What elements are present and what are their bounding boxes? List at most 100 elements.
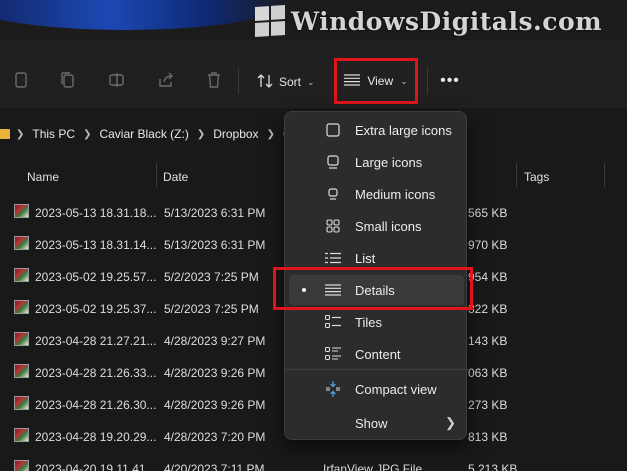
- file-size: 063 KB: [468, 366, 508, 380]
- file-name: 2023-05-02 19.25.57...: [35, 270, 157, 284]
- column-divider[interactable]: [156, 163, 157, 187]
- menu-item-large-icons[interactable]: Large icons: [285, 147, 468, 177]
- file-date: 5/2/2023 7:25 PM: [164, 302, 259, 316]
- image-file-icon: [14, 364, 29, 378]
- image-file-icon: [14, 236, 29, 250]
- breadcrumb-item[interactable]: This PC: [32, 127, 75, 141]
- copy-icon[interactable]: [59, 71, 77, 89]
- breadcrumb-item[interactable]: Caviar Black (Z:): [99, 127, 188, 141]
- column-header-tags[interactable]: Tags: [524, 170, 549, 184]
- more-options-button[interactable]: •••: [438, 68, 462, 94]
- list-icon: [325, 250, 341, 266]
- chevron-right-icon: ❯: [16, 128, 25, 140]
- menu-divider: [285, 369, 468, 370]
- file-size: 273 KB: [468, 398, 508, 412]
- file-name: 2023-04-28 19.20.29...: [35, 430, 157, 444]
- file-name: 2023-05-13 18.31.14...: [35, 238, 157, 252]
- file-type: IrfanView JPG File: [323, 462, 423, 471]
- file-date: 5/13/2023 6:31 PM: [164, 238, 266, 252]
- command-bar: Sort ⌄ View ⌄ •••: [0, 40, 627, 108]
- view-label: View: [367, 74, 394, 88]
- image-file-icon: [14, 300, 29, 314]
- compact-view-icon: [325, 381, 341, 397]
- view-icon: [344, 73, 361, 89]
- column-header-name[interactable]: Name: [27, 170, 59, 184]
- chevron-right-icon: ❯: [196, 128, 206, 140]
- toolbar-divider: [427, 68, 428, 94]
- title-bar: WindowsDigitals.com: [0, 0, 627, 40]
- share-icon[interactable]: [157, 71, 175, 89]
- column-divider[interactable]: [516, 163, 517, 187]
- menu-item-tiles[interactable]: Tiles: [285, 307, 468, 337]
- file-name: 2023-04-28 21.27.21...: [35, 334, 157, 348]
- menu-item-label: Large icons: [355, 155, 423, 170]
- file-date: 4/28/2023 9:26 PM: [164, 398, 266, 412]
- view-button[interactable]: View ⌄: [334, 58, 418, 104]
- image-file-icon: [14, 460, 29, 471]
- image-file-icon: [14, 396, 29, 410]
- file-name: 2023-05-13 18.31.18...: [35, 206, 157, 220]
- image-file-icon: [14, 204, 29, 218]
- file-size: 143 KB: [468, 334, 508, 348]
- chevron-down-icon: ⌄: [400, 75, 408, 86]
- file-size: 322 KB: [468, 302, 508, 316]
- file-name: 2023-04-28 21.26.30...: [35, 398, 157, 412]
- breadcrumb-item[interactable]: Dropbox: [213, 127, 258, 141]
- menu-item-label: Tiles: [355, 315, 382, 330]
- file-size: 970 KB: [468, 238, 508, 252]
- table-row[interactable]: 2023-04-20 19.11.41... 4/20/2023 7:11 PM…: [0, 452, 627, 471]
- menu-item-content[interactable]: Content: [285, 339, 468, 369]
- file-date: 5/13/2023 6:31 PM: [164, 206, 266, 220]
- file-size: 813 KB: [468, 430, 508, 444]
- file-date: 4/28/2023 7:20 PM: [164, 430, 266, 444]
- watermark: WindowsDigitals.com: [255, 3, 602, 39]
- image-file-icon: [14, 332, 29, 346]
- file-size: 954 KB: [468, 270, 508, 284]
- menu-item-label: Medium icons: [355, 187, 436, 202]
- file-size: 565 KB: [468, 206, 508, 220]
- folder-icon: [0, 129, 10, 139]
- image-file-icon: [14, 428, 29, 442]
- file-date: 4/20/2023 7:11 PM: [164, 462, 265, 471]
- file-name: 2023-05-02 19.25.37...: [35, 302, 157, 316]
- file-date: 4/28/2023 9:27 PM: [164, 334, 266, 348]
- menu-item-label: Content: [355, 347, 401, 362]
- file-name: 2023-04-20 19.11.41...: [35, 462, 156, 471]
- medium-icons-icon: [325, 186, 341, 202]
- file-name: 2023-04-28 21.26.33...: [35, 366, 157, 380]
- highlight-annotation: [273, 267, 473, 310]
- chevron-down-icon: ⌄: [307, 76, 315, 87]
- menu-item-show[interactable]: Show ❯: [285, 408, 468, 438]
- chevron-right-icon: ❯: [266, 128, 275, 140]
- menu-item-label: Small icons: [355, 219, 422, 234]
- file-date: 4/28/2023 9:26 PM: [164, 366, 266, 380]
- sort-label: Sort: [279, 75, 302, 89]
- file-date: 5/2/2023 7:25 PM: [164, 270, 259, 284]
- sort-icon: [257, 73, 273, 91]
- menu-item-label: List: [355, 251, 376, 266]
- tiles-icon: [325, 314, 341, 330]
- sort-button[interactable]: Sort ⌄: [249, 66, 323, 98]
- menu-item-label: Extra large icons: [355, 123, 452, 138]
- cut-icon[interactable]: [12, 71, 30, 89]
- menu-item-small-icons[interactable]: Small icons: [285, 211, 468, 241]
- chevron-right-icon: ❯: [445, 415, 456, 430]
- menu-item-label: Compact view: [355, 382, 437, 397]
- column-divider[interactable]: [604, 163, 605, 187]
- file-size: 5,213 KB: [468, 462, 518, 471]
- chevron-right-icon: ❯: [83, 128, 92, 140]
- rename-icon[interactable]: [108, 71, 126, 89]
- menu-item-compact-view[interactable]: Compact view: [285, 374, 468, 404]
- extra-large-icons-icon: [325, 122, 341, 138]
- windows-logo-icon: [255, 4, 285, 38]
- image-file-icon: [14, 268, 29, 282]
- large-icons-icon: [325, 154, 341, 170]
- column-header-date[interactable]: Date: [163, 170, 188, 184]
- watermark-text: WindowsDigitals.com: [291, 6, 603, 36]
- content-icon: [325, 346, 341, 362]
- wallpaper-glimpse: [0, 0, 290, 30]
- menu-item-medium-icons[interactable]: Medium icons: [285, 179, 468, 209]
- small-icons-icon: [325, 218, 341, 234]
- delete-icon[interactable]: [205, 71, 223, 89]
- menu-item-extra-large-icons[interactable]: Extra large icons: [285, 115, 468, 145]
